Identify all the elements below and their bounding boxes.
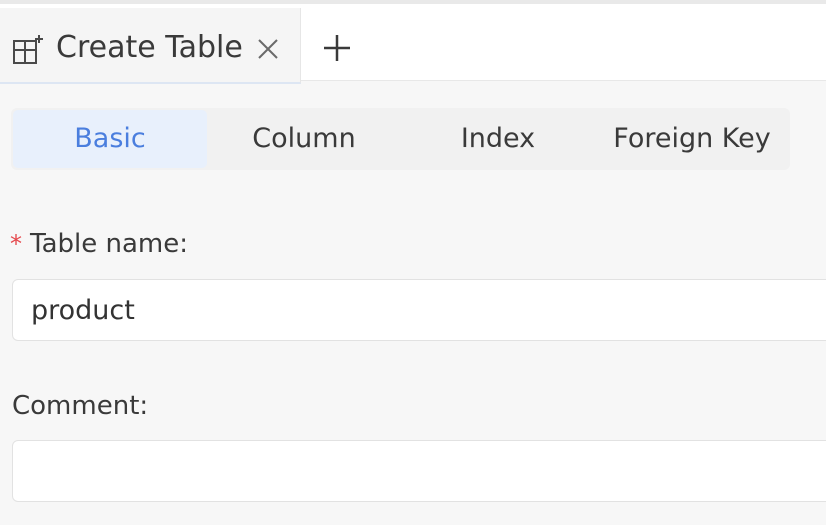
plus-icon: [324, 35, 350, 61]
segment-basic[interactable]: Basic: [13, 110, 207, 168]
close-icon[interactable]: [255, 36, 281, 62]
tab-bar: Create Table: [0, 0, 826, 84]
table-name-label-text: Table name:: [30, 229, 188, 259]
table-icon: [12, 34, 44, 66]
comment-input[interactable]: [12, 440, 826, 502]
comment-label: Comment:: [12, 391, 149, 421]
required-mark: *: [10, 230, 22, 258]
section-segmented-control: Basic Column Index Foreign Key: [11, 108, 790, 170]
tab-title: Create Table: [56, 30, 243, 65]
tab-create-table[interactable]: Create Table: [0, 8, 301, 84]
segment-column[interactable]: Column: [207, 110, 401, 168]
add-tab-button[interactable]: [321, 32, 353, 64]
table-name-input[interactable]: [12, 279, 826, 341]
segment-index[interactable]: Index: [401, 110, 595, 168]
segment-foreign-key[interactable]: Foreign Key: [595, 110, 789, 168]
table-name-label: * Table name:: [10, 228, 188, 260]
